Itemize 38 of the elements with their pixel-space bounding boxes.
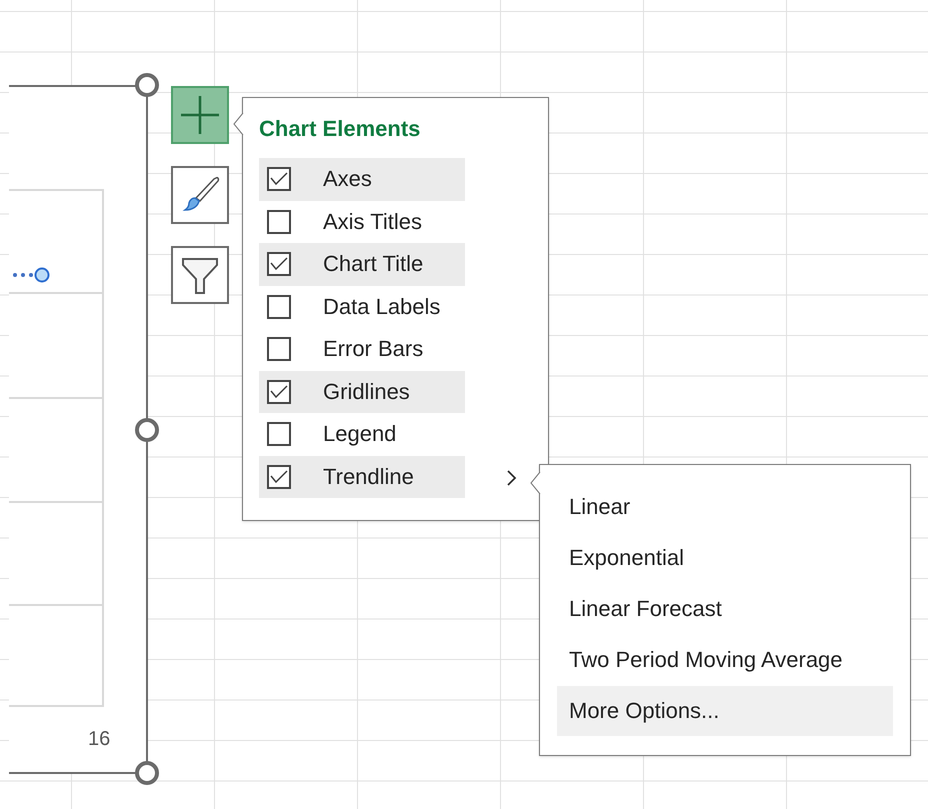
chart-element-item[interactable]: Axis Titles xyxy=(259,200,465,243)
checkbox[interactable] xyxy=(267,167,291,192)
check-icon xyxy=(270,384,288,399)
trendline-option[interactable]: Linear xyxy=(557,482,893,532)
plus-icon xyxy=(178,93,222,137)
check-icon xyxy=(270,172,288,186)
pointer-notch xyxy=(233,113,244,135)
chart-element-item[interactable]: Data Labels xyxy=(259,286,465,328)
chart-element-item[interactable]: Legend xyxy=(259,413,465,456)
axis-label: 16 xyxy=(88,729,110,749)
checkbox[interactable] xyxy=(267,252,291,276)
chart-element-item[interactable]: Gridlines xyxy=(259,370,465,413)
resize-handle[interactable] xyxy=(135,73,159,97)
checkbox[interactable] xyxy=(267,380,291,404)
checkbox[interactable] xyxy=(267,294,291,319)
chart-element-item[interactable]: Chart Title xyxy=(259,243,465,286)
pointer-notch xyxy=(530,472,541,494)
check-icon xyxy=(270,257,288,272)
resize-handle[interactable] xyxy=(135,761,159,785)
trendline-option[interactable]: Two Period Moving Average xyxy=(557,635,893,685)
chart-filters-button[interactable] xyxy=(171,246,229,304)
chevron-right-icon[interactable] xyxy=(505,470,517,486)
resize-handle[interactable] xyxy=(135,418,159,442)
checkbox[interactable] xyxy=(267,337,291,362)
chart-elements-button[interactable] xyxy=(171,86,229,144)
check-icon xyxy=(270,470,288,484)
checkbox[interactable] xyxy=(267,422,291,446)
trendline-option[interactable]: Linear Forecast xyxy=(557,584,893,634)
chart-element-item[interactable]: Axes xyxy=(259,158,465,200)
checkbox[interactable] xyxy=(267,464,291,489)
chart-element-item[interactable]: Error Bars xyxy=(259,328,465,370)
panel-title: Chart Elements xyxy=(259,118,422,140)
chart-area[interactable] xyxy=(9,85,148,774)
chart-element-item[interactable]: Trendline xyxy=(259,456,465,498)
checkbox[interactable] xyxy=(267,210,291,234)
trendline-option[interactable]: More Options... xyxy=(557,686,893,736)
chart-styles-button[interactable] xyxy=(171,166,229,224)
trendline-option[interactable]: Exponential xyxy=(557,533,893,583)
